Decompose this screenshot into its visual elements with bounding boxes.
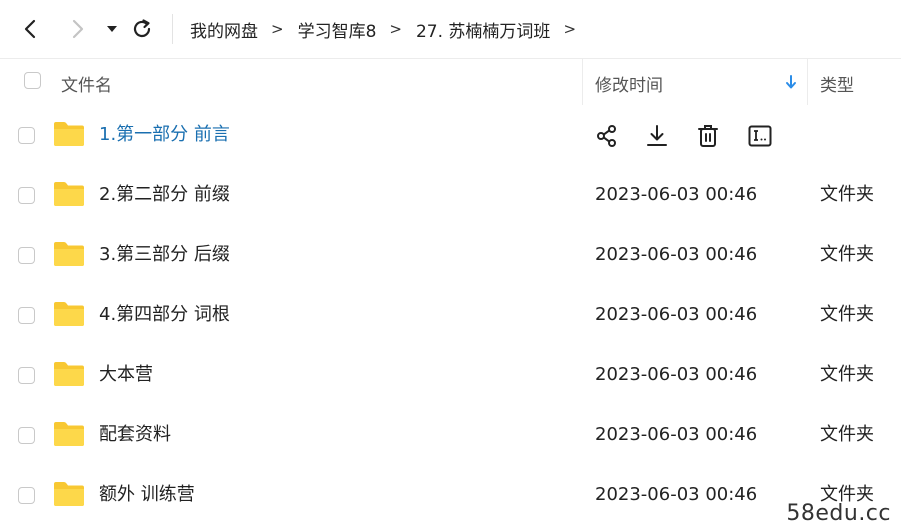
folder-icon <box>54 302 84 326</box>
toolbar: 我的网盘 > 学习智库8 > 27. 苏楠楠万词班 > <box>0 0 901 58</box>
file-name[interactable]: 3.第三部分 后缀 <box>99 225 230 285</box>
column-divider[interactable] <box>807 59 808 105</box>
file-name[interactable]: 4.第四部分 词根 <box>99 285 230 345</box>
folder-icon <box>54 242 84 266</box>
history-dropdown[interactable] <box>97 14 127 44</box>
file-row[interactable]: 大本营 2023-06-03 00:46 文件夹 <box>0 345 901 405</box>
row-checkbox[interactable] <box>18 487 35 504</box>
row-checkbox[interactable] <box>18 127 35 144</box>
download-icon[interactable] <box>644 123 670 149</box>
file-type: 文件夹 <box>820 304 874 325</box>
column-header-modified[interactable]: 修改时间 <box>595 71 663 96</box>
file-name[interactable]: 2.第二部分 前缀 <box>99 165 230 225</box>
row-checkbox[interactable] <box>18 307 35 324</box>
breadcrumb-item-current[interactable]: 27. 苏楠楠万词班 <box>416 17 550 42</box>
row-checkbox[interactable] <box>18 247 35 264</box>
forward-button[interactable] <box>62 14 92 44</box>
folder-icon <box>54 482 84 506</box>
folder-icon <box>54 422 84 446</box>
breadcrumb: 我的网盘 > 学习智库8 > 27. 苏楠楠万词班 > <box>190 0 590 58</box>
file-name[interactable]: 大本营 <box>99 345 153 405</box>
file-row[interactable]: 4.第四部分 词根 2023-06-03 00:46 文件夹 <box>0 285 901 345</box>
select-all-checkbox[interactable] <box>24 72 41 89</box>
column-header-type[interactable]: 类型 <box>820 71 854 96</box>
back-button[interactable] <box>16 14 46 44</box>
file-row[interactable]: 额外 训练营 2023-06-03 00:46 文件夹 <box>0 465 901 525</box>
file-modified-date: 2023-06-03 00:46 <box>595 484 758 505</box>
rename-icon[interactable] <box>747 123 773 149</box>
file-row[interactable]: 1.第一部分 前言 <box>0 105 901 165</box>
delete-icon[interactable] <box>695 123 721 149</box>
row-checkbox[interactable] <box>18 367 35 384</box>
file-modified-date: 2023-06-03 00:46 <box>595 424 758 445</box>
file-type: 文件夹 <box>820 244 874 265</box>
toolbar-divider <box>172 14 173 44</box>
arrow-down-icon[interactable] <box>785 74 797 90</box>
share-icon[interactable] <box>594 123 620 149</box>
caret-down-icon <box>107 26 117 32</box>
folder-icon <box>54 122 84 146</box>
breadcrumb-separator: > <box>271 20 284 38</box>
folder-icon <box>54 182 84 206</box>
refresh-button[interactable] <box>127 14 157 44</box>
row-checkbox[interactable] <box>18 427 35 444</box>
breadcrumb-item-root[interactable]: 我的网盘 <box>190 17 258 42</box>
file-modified-date: 2023-06-03 00:46 <box>595 184 758 205</box>
folder-icon <box>54 362 84 386</box>
column-divider[interactable] <box>582 59 583 105</box>
chevron-right-icon <box>72 19 84 39</box>
breadcrumb-separator[interactable]: > <box>563 20 576 38</box>
refresh-icon <box>133 19 151 38</box>
file-modified-date: 2023-06-03 00:46 <box>595 244 758 265</box>
file-type: 文件夹 <box>820 184 874 205</box>
file-name[interactable]: 配套资料 <box>99 405 171 465</box>
breadcrumb-separator: > <box>389 20 402 38</box>
file-type: 文件夹 <box>820 364 874 385</box>
file-modified-date: 2023-06-03 00:46 <box>595 364 758 385</box>
watermark: 58edu.cc <box>786 501 891 526</box>
file-type: 文件夹 <box>820 424 874 445</box>
file-list-header: 文件名 修改时间 类型 <box>0 59 901 105</box>
breadcrumb-item-library[interactable]: 学习智库8 <box>298 17 377 42</box>
file-name[interactable]: 额外 训练营 <box>99 465 195 525</box>
file-modified-date: 2023-06-03 00:46 <box>595 304 758 325</box>
chevron-left-icon <box>24 19 36 39</box>
file-row[interactable]: 3.第三部分 后缀 2023-06-03 00:46 文件夹 <box>0 225 901 285</box>
file-row[interactable]: 配套资料 2023-06-03 00:46 文件夹 <box>0 405 901 465</box>
file-row[interactable]: 2.第二部分 前缀 2023-06-03 00:46 文件夹 <box>0 165 901 225</box>
column-header-name[interactable]: 文件名 <box>61 71 112 96</box>
file-name[interactable]: 1.第一部分 前言 <box>99 105 230 165</box>
row-checkbox[interactable] <box>18 187 35 204</box>
